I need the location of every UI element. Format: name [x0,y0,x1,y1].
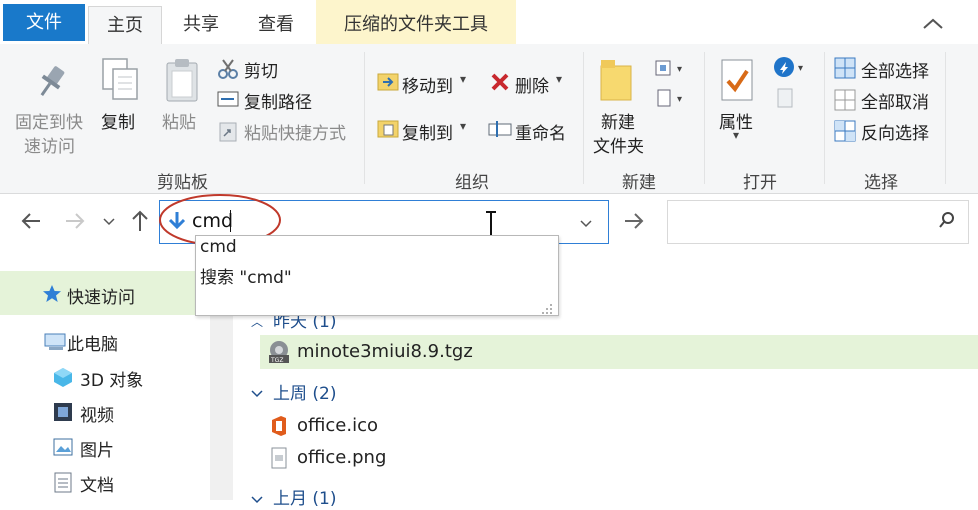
easy-access-icon[interactable]: ▾ [655,88,689,113]
open-group-label: 打开 [743,173,777,193]
select-all-button[interactable]: 全部选择 [861,57,929,82]
tab-home[interactable]: 主页 [88,6,162,46]
address-dropdown-chevron-icon[interactable] [579,215,593,235]
copy-to-icon [377,117,399,144]
ribbon-separator [704,52,705,184]
pin-quick-access-label-2[interactable]: 速访问 [24,132,75,157]
star-icon [42,284,62,309]
forward-arrow-icon[interactable] [64,210,86,237]
collapse-ribbon-icon[interactable] [918,12,948,36]
svg-text:TGZ: TGZ [270,357,283,364]
move-to-icon [377,70,399,97]
group-header-last-month[interactable]: 上月 (1) [273,484,336,509]
pin-quick-access-label-1[interactable]: 固定到快 [15,108,83,133]
svg-text:▾: ▾ [677,94,682,105]
suggestion-item-search[interactable]: 搜索 "cmd" [200,263,292,288]
rename-button[interactable]: 重命名 [515,119,566,144]
resize-grip-icon[interactable] [541,300,553,320]
ribbon [0,44,978,194]
properties-icon [719,57,755,108]
back-arrow-icon[interactable] [20,210,42,237]
sidebar-item-quick-access[interactable]: 快速访问 [67,283,135,308]
edit-icon[interactable] [776,87,796,114]
ribbon-separator [364,52,365,184]
tab-view[interactable]: 查看 [243,6,309,44]
tab-file[interactable]: 文件 [3,4,85,41]
pin-icon [34,62,68,107]
new-group-label: 新建 [622,173,656,193]
move-to-button[interactable]: 移动到 [402,72,453,97]
svg-text:▾: ▾ [798,63,803,74]
videos-icon [52,401,74,428]
delete-icon [490,72,510,97]
ribbon-separator [945,52,946,184]
group-collapse-chevron-icon[interactable] [251,490,263,510]
pictures-icon [52,437,74,462]
sidebar-item-documents[interactable]: 文档 [80,471,114,496]
new-folder-label-1[interactable]: 新建 [601,108,635,133]
computer-icon [43,332,67,357]
sidebar-item-pictures[interactable]: 图片 [80,436,114,461]
search-box[interactable] [667,200,969,244]
ribbon-separator [824,52,825,184]
organize-group-label: 组织 [455,173,489,193]
rename-icon [488,120,512,143]
office-icon [270,415,288,442]
png-file-icon [270,447,288,474]
select-none-icon [834,89,856,116]
tab-share[interactable]: 共享 [168,6,234,44]
paste-icon [164,57,200,108]
file-name[interactable]: office.ico [297,415,378,436]
copy-path-icon [217,91,239,112]
search-icon[interactable] [938,211,956,234]
invert-selection-icon [834,120,856,147]
copy-to-button[interactable]: 复制到 [402,119,453,144]
sidebar-item-this-pc[interactable]: 此电脑 [67,330,118,355]
paste-button[interactable]: 粘贴 [162,108,196,133]
up-arrow-icon[interactable] [130,209,150,238]
select-group-label: 选择 [864,173,898,193]
group-header-last-week[interactable]: 上周 (2) [273,379,336,404]
group-collapse-chevron-icon[interactable] [251,384,263,404]
select-all-icon [834,57,856,84]
chevron-down-icon[interactable]: ▾ [733,128,739,142]
recent-locations-chevron-icon[interactable] [102,214,116,234]
go-arrow-icon[interactable] [623,210,645,237]
copy-icon [101,57,141,108]
suggestion-item[interactable]: cmd [200,237,237,257]
new-folder-icon [600,58,634,107]
file-name[interactable]: minote3miui8.9.tgz [297,341,473,362]
new-item-icon[interactable]: ▾ [655,58,689,83]
sidebar-item-videos[interactable]: 视频 [80,401,114,426]
open-icon[interactable]: ▾ [773,56,809,83]
3d-objects-icon [52,366,74,393]
svg-text:▾: ▾ [677,64,682,75]
file-name[interactable]: office.png [297,447,386,468]
paste-shortcut-icon [218,120,238,147]
documents-icon [53,471,73,498]
copy-path-button[interactable]: 复制路径 [244,88,312,113]
ribbon-separator [583,52,584,184]
sidebar-item-3d-objects[interactable]: 3D 对象 [80,366,143,391]
delete-button[interactable]: 删除 [515,72,549,97]
tab-compressed-folder-tools[interactable]: 压缩的文件夹工具 [318,6,514,44]
paste-shortcut-button[interactable]: 粘贴快捷方式 [244,119,346,144]
tgz-archive-icon: TGZ [268,340,290,369]
cut-button[interactable]: 剪切 [244,57,278,82]
new-folder-label-2[interactable]: 文件夹 [593,132,644,157]
chevron-down-icon[interactable]: ▾ [460,119,466,133]
invert-selection-button[interactable]: 反向选择 [861,119,929,144]
scissors-icon [217,58,239,85]
chevron-down-icon[interactable]: ▾ [460,72,466,86]
select-none-button[interactable]: 全部取消 [861,88,929,113]
chevron-down-icon[interactable]: ▾ [556,72,562,86]
copy-button[interactable]: 复制 [101,108,135,133]
